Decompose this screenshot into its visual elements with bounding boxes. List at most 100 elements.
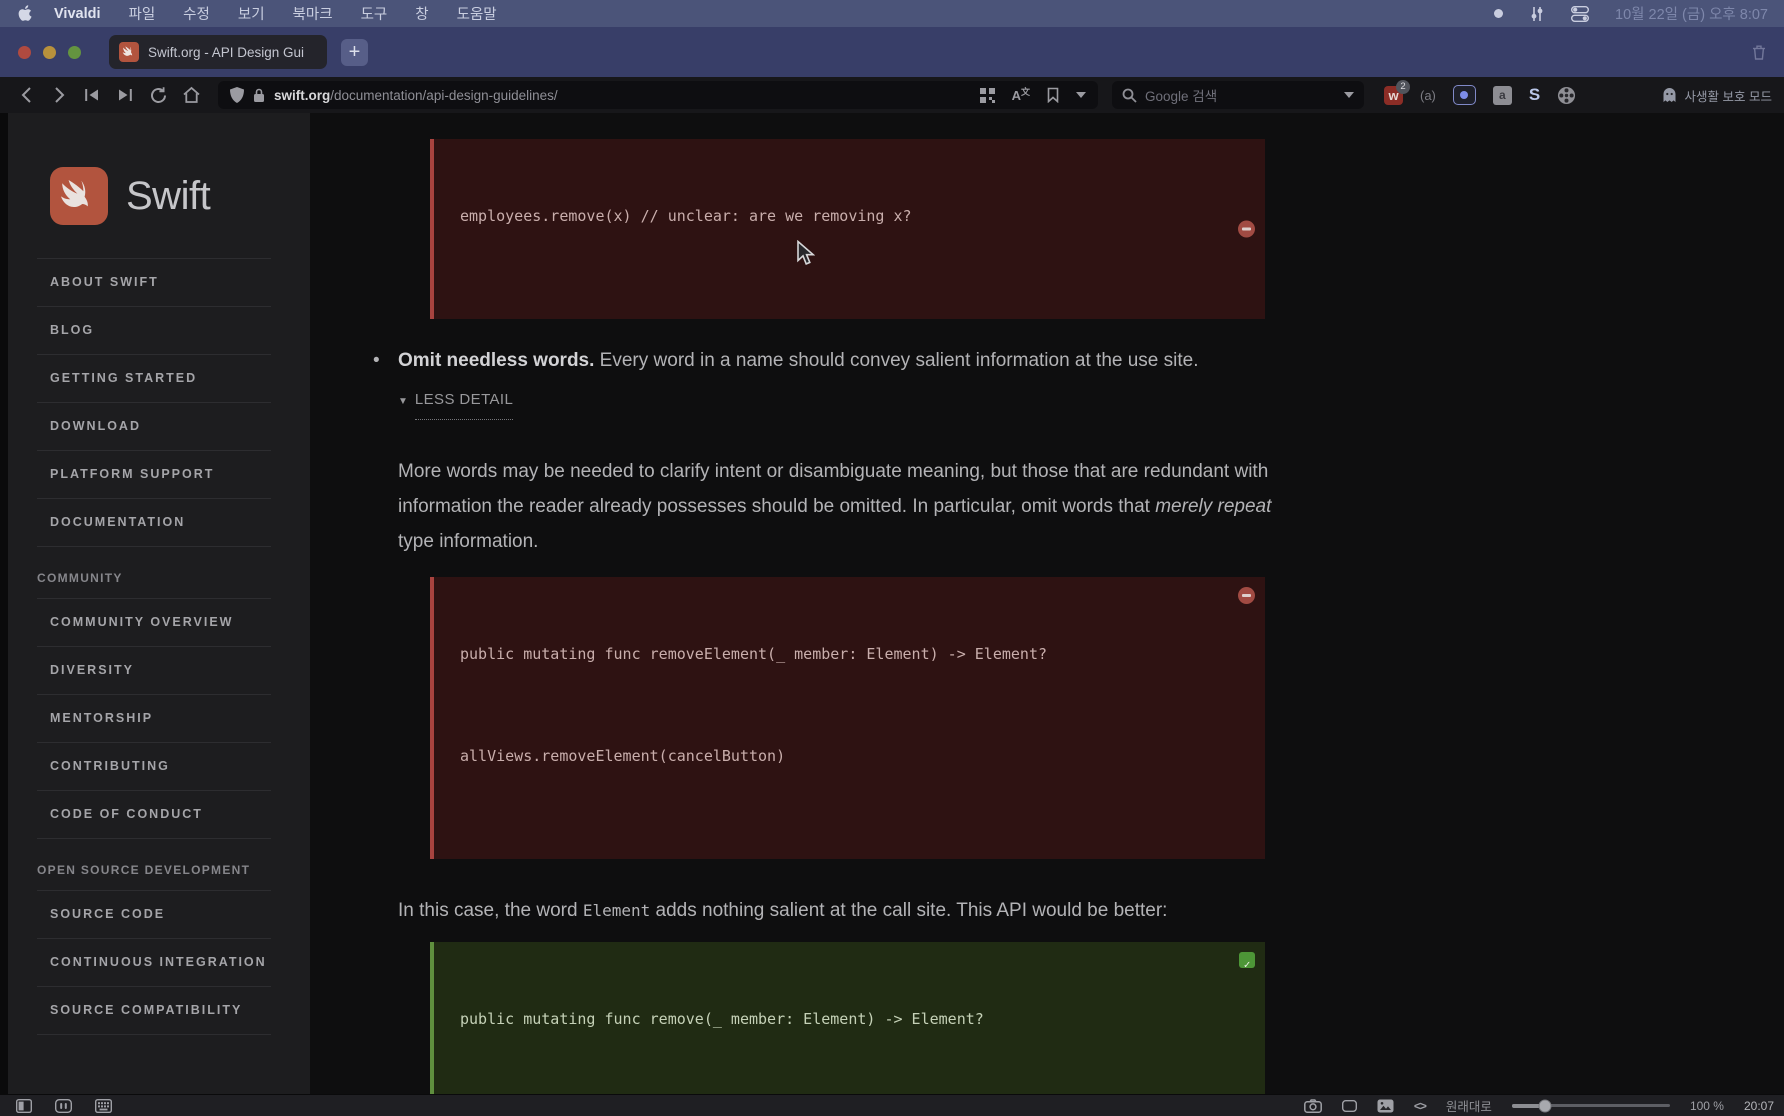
back-button[interactable] — [12, 82, 40, 108]
menubar-item-tools[interactable]: 도구 — [361, 3, 388, 24]
fast-forward-button[interactable] — [111, 82, 139, 108]
guideline-bold-text: Omit needless words. — [398, 350, 595, 371]
search-engine-dropdown-icon[interactable] — [1344, 92, 1354, 98]
guideline-text: Every word in a name should convey salie… — [594, 350, 1199, 371]
code-line: public mutating func remove(_ member: El… — [460, 1010, 984, 1028]
rewind-button[interactable] — [78, 82, 106, 108]
film-reel-extension-icon[interactable] — [1557, 86, 1576, 105]
zoom-slider-knob[interactable] — [1538, 1099, 1552, 1112]
sliders-status-icon[interactable] — [1529, 6, 1545, 22]
extension-w-icon[interactable]: w2 — [1384, 79, 1410, 105]
sidebar-item-about-swift[interactable]: ABOUT SWIFT — [37, 259, 271, 307]
bookmark-icon[interactable] — [1047, 87, 1059, 103]
check-icon: ✓ — [1239, 952, 1255, 971]
images-toggle-icon[interactable] — [1377, 1099, 1394, 1113]
sidebar-item-contributing[interactable]: CONTRIBUTING — [37, 743, 271, 791]
extension-a-icon[interactable]: (a) — [1420, 88, 1436, 103]
sidebar: Swift ABOUT SWIFT BLOG GETTING STARTED D… — [8, 113, 310, 1094]
menubar-item-window[interactable]: 창 — [415, 3, 428, 24]
screen: Vivaldi 파일 수정 보기 북마크 도구 창 도움말 10월 22일 (금… — [0, 0, 1784, 1116]
minimize-window-button[interactable] — [43, 45, 56, 59]
closed-tabs-trash-icon[interactable] — [1752, 45, 1766, 60]
inline-code-element: Element — [582, 901, 651, 920]
screen-record-extension-icon[interactable] — [1452, 85, 1476, 105]
reload-button[interactable] — [144, 82, 172, 108]
sidebar-nav: ABOUT SWIFT BLOG GETTING STARTED DOWNLOA… — [37, 258, 271, 1035]
sidebar-item-documentation[interactable]: DOCUMENTATION — [37, 499, 271, 547]
menubar-item-view[interactable]: 보기 — [238, 3, 265, 24]
zoom-slider[interactable] — [1511, 1099, 1670, 1112]
sidebar-item-download[interactable]: DOWNLOAD — [37, 403, 271, 451]
menubar-app-name[interactable]: Vivaldi — [54, 6, 100, 22]
capture-page-icon[interactable] — [1303, 1098, 1322, 1113]
menubar-item-file[interactable]: 파일 — [128, 3, 155, 24]
code-example-good-remove: public mutating func remove(_ member: El… — [430, 942, 1265, 1094]
sidebar-item-source-compatibility[interactable]: SOURCE COMPATIBILITY — [37, 987, 271, 1035]
zoom-reset-label[interactable]: 원래대로 — [1446, 1096, 1492, 1115]
menubar-item-edit[interactable]: 수정 — [183, 3, 210, 24]
less-detail-toggle-1[interactable]: ▼ LESS DETAIL — [398, 382, 1276, 420]
apple-menu-icon[interactable] — [18, 5, 32, 22]
collapse-arrow-icon: ▼ — [398, 395, 408, 407]
sidebar-item-diversity[interactable]: DIVERSITY — [37, 647, 271, 695]
sidebar-item-community-overview[interactable]: COMMUNITY OVERVIEW — [37, 599, 271, 647]
doc-content: employees.remove(x) // unclear: are we r… — [310, 113, 1784, 1094]
status-time: 20:07 — [1743, 1098, 1774, 1113]
tiling-grid-icon[interactable] — [979, 87, 995, 103]
recording-indicator-icon — [1494, 9, 1504, 18]
zoom-window-button[interactable] — [68, 45, 81, 59]
keyboard-icon[interactable] — [95, 1098, 112, 1113]
zoom-level: 100 % — [1689, 1098, 1724, 1113]
sidebar-item-blog[interactable]: BLOG — [37, 307, 271, 355]
swift-wordmark: Swift — [126, 173, 211, 218]
sidebar-item-source-code[interactable]: SOURCE CODE — [37, 891, 271, 939]
sidebar-item-continuous-integration[interactable]: CONTINUOUS INTEGRATION — [37, 939, 271, 987]
swift-logo[interactable]: Swift — [50, 167, 310, 225]
code-example-bad-top: employees.remove(x) // unclear: are we r… — [430, 139, 1265, 319]
private-mode-indicator: 사생활 보호 모드 — [1662, 86, 1772, 105]
url-text[interactable]: swift.org/documentation/api-design-guide… — [274, 88, 558, 103]
control-center-icon[interactable] — [1571, 5, 1590, 22]
shield-icon[interactable] — [230, 87, 244, 103]
no-entry-icon — [1238, 220, 1255, 238]
sidebar-item-platform-support[interactable]: PLATFORM SUPPORT — [37, 451, 271, 499]
menubar-item-bookmarks[interactable]: 북마크 — [293, 3, 333, 24]
menubar-item-help[interactable]: 도움말 — [457, 3, 497, 24]
code-line: allViews.removeElement(cancelButton) — [460, 747, 786, 765]
sidebar-item-mentorship[interactable]: MENTORSHIP — [37, 695, 271, 743]
new-tab-button[interactable]: + — [341, 38, 368, 66]
sidebar-section-open-source-development: OPEN SOURCE DEVELOPMENT — [37, 839, 271, 891]
page-source-icon[interactable]: <> — [1414, 1099, 1427, 1113]
private-mode-label: 사생활 보호 모드 — [1684, 89, 1772, 104]
menubar-clock[interactable]: 10월 22일 (금) 오후 8:07 — [1615, 3, 1768, 24]
gray-extension-icon[interactable]: a — [1492, 85, 1512, 105]
ghost-icon — [1662, 87, 1677, 103]
search-field[interactable]: Google 검색 — [1112, 81, 1364, 109]
paragraph-in-this-case: In this case, the word Element adds noth… — [398, 900, 1168, 921]
translate-icon[interactable]: A文 — [1012, 87, 1030, 103]
url-path: /documentation/api-design-guidelines/ — [330, 87, 558, 103]
browser-tab-active[interactable]: Swift.org - API Design Gui — [109, 35, 327, 69]
tab-bar: Swift.org - API Design Gui + — [0, 27, 1784, 77]
sidebar-item-getting-started[interactable]: GETTING STARTED — [37, 355, 271, 403]
code-line: employees.remove(x) // unclear: are we r… — [460, 207, 912, 225]
forward-button[interactable] — [45, 82, 73, 108]
sidebar-item-code-of-conduct[interactable]: CODE OF CONDUCT — [37, 791, 271, 839]
page-actions-icon[interactable] — [1341, 1099, 1357, 1112]
url-host: swift.org — [274, 87, 331, 103]
address-bar[interactable]: swift.org/documentation/api-design-guide… — [218, 81, 1098, 109]
paragraph-more-words: More words may be needed to clarify inte… — [398, 461, 1272, 552]
home-button[interactable] — [177, 82, 205, 108]
mouse-cursor — [796, 240, 815, 267]
s-extension-icon[interactable]: S — [1529, 85, 1540, 105]
code-line: public mutating func removeElement(_ mem… — [460, 645, 1047, 663]
tab-tiling-icon[interactable] — [55, 1098, 72, 1113]
search-placeholder: Google 검색 — [1145, 89, 1218, 104]
panel-toggle-icon[interactable] — [16, 1098, 32, 1113]
browser-toolbar: swift.org/documentation/api-design-guide… — [0, 77, 1784, 113]
address-dropdown-icon[interactable] — [1076, 92, 1086, 98]
search-icon — [1122, 88, 1137, 103]
close-window-button[interactable] — [18, 45, 31, 59]
less-detail-label: LESS DETAIL — [414, 382, 514, 420]
window-controls — [18, 45, 81, 59]
